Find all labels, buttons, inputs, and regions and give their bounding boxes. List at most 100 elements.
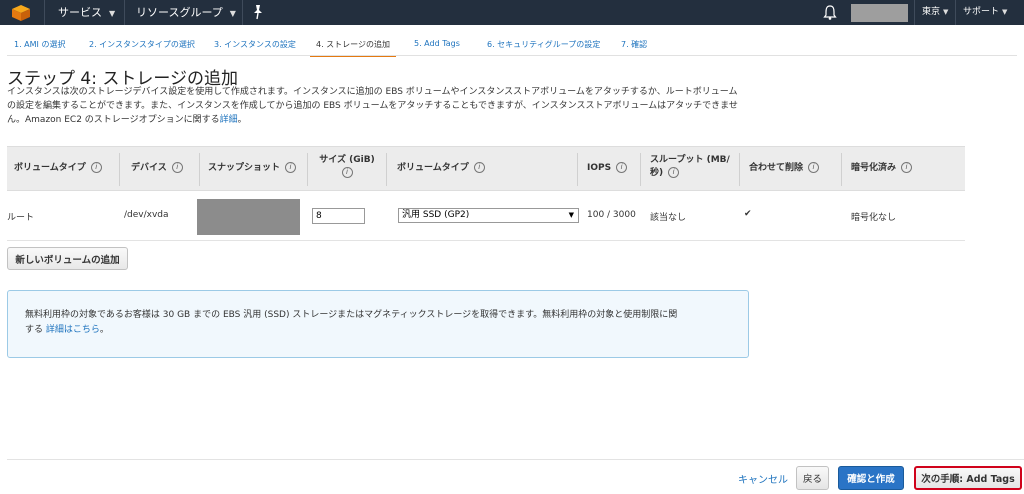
info-icon[interactable]: i (473, 162, 485, 173)
step-add-storage[interactable]: 4. ストレージの追加 (309, 39, 397, 57)
region-menu[interactable]: 東京 ▼ (922, 0, 948, 25)
delete-on-termination-checkbox[interactable]: ✔ (744, 210, 753, 219)
info-icon[interactable]: i (90, 162, 102, 173)
bell-icon[interactable] (823, 5, 837, 20)
top-navigation-bar: サービス ▼ リソースグループ ▼ 東京 ▼ サポート ▼ (0, 0, 1024, 25)
nav-separator (124, 0, 125, 25)
header-throughput: スループット (MB/秒) i (650, 154, 730, 180)
header-label: 合わせて削除 (749, 163, 804, 173)
info-icon[interactable]: i (808, 162, 820, 173)
chevron-down-icon: ▼ (109, 9, 116, 18)
free-tier-info-box: 無料利用枠の対象であるお客様は 30 GB までの EBS 汎用 (SSD) ス… (7, 290, 749, 358)
info-icon[interactable]: i (668, 167, 680, 178)
header-label: ボリュームタイプ (14, 163, 86, 173)
size-input[interactable] (312, 208, 365, 224)
account-menu[interactable] (851, 4, 908, 22)
header-device: デバイス i (131, 162, 183, 175)
next-add-tags-button[interactable]: 次の手順: Add Tags (914, 466, 1022, 490)
wizard-steps: 1. AMI の選択 2. インスタンスタイプの選択 3. インスタンスの設定 … (0, 25, 1024, 57)
services-menu-label: サービス (58, 6, 102, 19)
steps-divider (7, 55, 1017, 56)
storage-table-header: ボリュームタイプ i デバイス i スナップショット i サイズ (GiB) i ボリュ… (7, 146, 965, 191)
info-icon[interactable]: i (341, 167, 353, 178)
dropdown-arrow-icon: ▼ (568, 211, 574, 219)
info-line: 無料利用枠の対象であるお客様は 30 GB までの EBS 汎用 (SSD) ス… (25, 310, 678, 320)
description-line: インスタンスは次のストレージデバイス設定を使用して作成されます。インスタンスに追… (7, 87, 738, 97)
header-label: IOPS (587, 163, 612, 173)
add-new-volume-button[interactable]: 新しいボリュームの追加 (7, 247, 128, 270)
cell-encrypted: 暗号化なし (851, 213, 897, 223)
volume-type-selected: 汎用 SSD (GP2) (402, 210, 470, 220)
header-delete-on-termination: 合わせて削除 i (749, 162, 820, 175)
cell-iops: 100 / 3000 (587, 210, 636, 220)
info-icon[interactable]: i (616, 162, 628, 173)
page-description: インスタンスは次のストレージデバイス設定を使用して作成されます。インスタンスに追… (7, 85, 767, 127)
support-label: サポート (963, 7, 1000, 17)
snapshot-id-redacted (197, 199, 300, 235)
cancel-link[interactable]: キャンセル (738, 471, 788, 486)
cell-throughput: 該当なし (650, 213, 687, 223)
back-button[interactable]: 戻る (796, 466, 829, 490)
learn-more-link[interactable]: 詳細はこちら (46, 325, 100, 335)
header-volume-type: ボリュームタイプ i (14, 162, 102, 175)
header-separator (577, 153, 578, 186)
description-text: ん。Amazon EC2 のストレージオプションに関する (7, 115, 220, 125)
header-label: サイズ (GiB) (319, 155, 375, 165)
header-label: 暗号化済み (851, 163, 897, 173)
info-line: する 詳細はこちら。 (25, 323, 740, 338)
header-separator (640, 153, 641, 186)
header-ebs-volume-type: ボリュームタイプ i (397, 162, 485, 175)
review-and-launch-button[interactable]: 確認と作成 (838, 466, 904, 490)
aws-cube-logo-icon[interactable] (8, 4, 34, 22)
details-link[interactable]: 詳細 (220, 115, 238, 125)
header-snapshot: スナップショット i (208, 162, 297, 175)
header-size: サイズ (GiB) i (318, 154, 376, 180)
resource-groups-menu[interactable]: リソースグループ ▼ (136, 0, 236, 25)
header-separator (841, 153, 842, 186)
chevron-down-icon: ▼ (229, 9, 236, 18)
support-menu[interactable]: サポート ▼ (963, 0, 1007, 25)
header-separator (386, 153, 387, 186)
header-separator (119, 153, 120, 186)
cell-volume-type: ルート (7, 213, 35, 223)
header-label: スナップショット (208, 163, 281, 173)
header-label: 秒) (650, 168, 664, 178)
services-menu[interactable]: サービス ▼ (58, 0, 115, 25)
header-iops: IOPS i (587, 162, 628, 175)
description-line: の設定を編集することができます。また、インスタンスを作成してから追加の EBS … (7, 101, 738, 111)
nav-separator (44, 0, 45, 25)
nav-separator (242, 0, 243, 25)
step-instance-type[interactable]: 2. インスタンスタイプの選択 (89, 39, 195, 55)
header-separator (199, 153, 200, 186)
step-review[interactable]: 7. 確認 (621, 39, 647, 55)
info-icon[interactable]: i (901, 162, 913, 173)
step-security-group[interactable]: 6. セキュリティグループの設定 (487, 39, 600, 55)
description-line: ん。Amazon EC2 のストレージオプションに関する詳細。 (7, 113, 767, 127)
header-label: スループット (MB/ (650, 155, 730, 165)
info-icon[interactable]: i (171, 162, 183, 173)
header-label: デバイス (131, 163, 167, 173)
resource-groups-label: リソースグループ (136, 6, 223, 19)
step-ami[interactable]: 1. AMI の選択 (14, 39, 65, 55)
info-text: 無料利用枠の対象であるお客様は 30 GB までの EBS 汎用 (SSD) ス… (25, 308, 740, 338)
nav-separator (955, 0, 956, 25)
info-suffix: 。 (99, 325, 109, 335)
table-row: ルート /dev/xvda 汎用 SSD (GP2) ▼ 100 / 3000 該… (7, 191, 965, 241)
chevron-down-icon: ▼ (1002, 8, 1008, 16)
header-separator (739, 153, 740, 186)
description-end: 。 (237, 115, 247, 125)
volume-type-select[interactable]: 汎用 SSD (GP2) ▼ (398, 208, 579, 223)
pin-icon[interactable] (251, 4, 265, 20)
step-add-tags[interactable]: 5. Add Tags (414, 39, 460, 55)
region-label: 東京 (922, 7, 941, 17)
header-label: ボリュームタイプ (397, 163, 469, 173)
info-icon[interactable]: i (285, 162, 297, 173)
footer-divider (7, 459, 1024, 460)
header-encrypted: 暗号化済み i (851, 162, 913, 175)
cell-device: /dev/xvda (124, 210, 169, 220)
step-configure-instance[interactable]: 3. インスタンスの設定 (214, 39, 296, 55)
nav-separator (914, 0, 915, 25)
header-separator (307, 153, 308, 186)
chevron-down-icon: ▼ (943, 8, 949, 16)
info-prefix: する (25, 325, 46, 335)
